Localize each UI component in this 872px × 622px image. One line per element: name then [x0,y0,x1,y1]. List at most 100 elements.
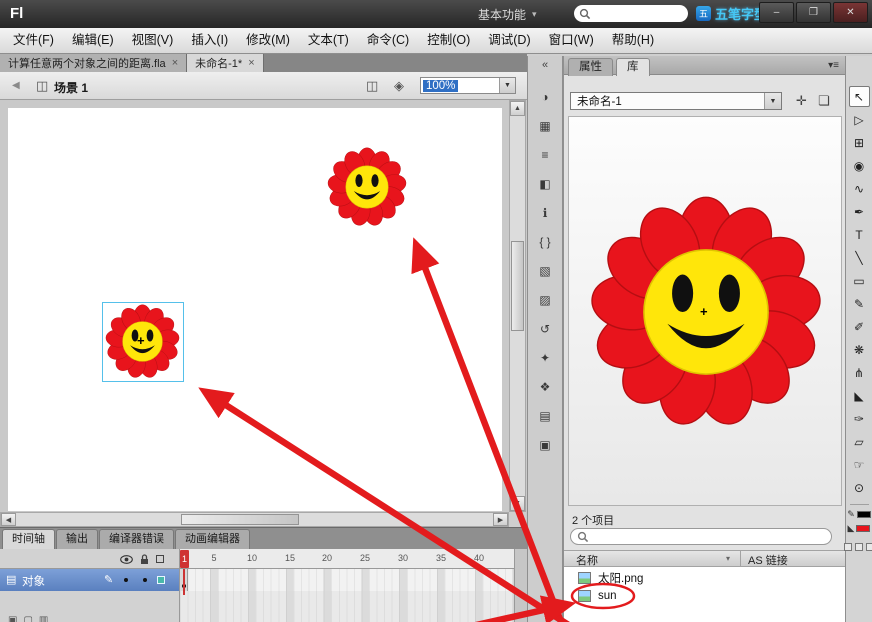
fill-color-control[interactable]: ◣ [848,523,871,534]
scroll-right-icon[interactable]: ▶ [493,513,508,526]
history-panel-icon[interactable]: ↺ [534,318,556,340]
sort-caret-icon[interactable]: ▾ [726,554,730,563]
search-input[interactable] [593,6,687,21]
onion-skin-icon[interactable]: ▢ [23,615,32,622]
strings-panel-icon[interactable]: ❖ [534,376,556,398]
document-tab-distance-fla[interactable]: 计算任意两个对象之间的距离.fla × [0,54,188,72]
timeline-layer-row[interactable]: ▤ 对象 ✎ [0,569,180,591]
stroke-color-swatch[interactable] [856,511,871,518]
scroll-thumb[interactable] [511,241,524,331]
motion-presets-panel-icon[interactable]: ▨ [534,289,556,311]
tool-subselection[interactable]: ▷ [849,109,870,130]
code-snippets-panel-icon[interactable]: { } [534,231,556,253]
output-panel-icon[interactable]: ▤ [534,405,556,427]
onion-skin-outlines-icon[interactable]: ▥ [39,615,48,622]
color-panel-icon[interactable]: ◑ [534,86,556,108]
no-color-icon[interactable] [855,543,863,551]
panel-menu-icon[interactable]: ▾≡ [828,60,839,71]
tool-line[interactable]: ╲ [849,247,870,268]
tool-eraser[interactable]: ▱ [849,431,870,452]
column-name[interactable]: 名称 [576,552,598,568]
menu-help[interactable]: 帮助(H) [603,28,663,53]
close-tab-icon[interactable]: × [172,57,178,69]
swap-colors-icon[interactable] [866,543,872,551]
close-button[interactable]: ✕ [833,2,868,23]
menu-modify[interactable]: 修改(M) [237,28,299,53]
close-tab-icon[interactable]: × [248,57,254,69]
tool-free-transform[interactable]: ⊞ [849,132,870,153]
zoom-level-control[interactable]: 100% ▼ [420,77,516,94]
titlebar-search-box[interactable] [574,5,688,22]
menu-view[interactable]: 视图(V) [123,28,183,53]
tool-rectangle[interactable]: ▭ [849,270,870,291]
timeline-frame-ruler[interactable]: 1 5 10 15 20 25 30 35 40 [180,549,514,569]
tool-brush[interactable]: ✐ [849,316,870,337]
playhead[interactable]: 1 [180,550,189,568]
scroll-up-icon[interactable]: ▲ [510,101,525,116]
menu-insert[interactable]: 插入(I) [182,28,237,53]
library-list-header[interactable]: 名称 ▾ AS 链接 [564,550,846,567]
stage-canvas[interactable] [8,108,502,511]
edit-symbol-icon[interactable]: ◈ [394,78,404,94]
layer-outline-color-swatch[interactable] [157,576,165,584]
ime-indicator[interactable]: 五 五笔字型 [696,4,767,23]
menu-control[interactable]: 控制(O) [418,28,479,53]
library-item-sun[interactable]: sun [564,587,846,605]
scroll-down-icon[interactable]: ▼ [510,496,525,511]
tool-pen[interactable]: ✒ [849,201,870,222]
align-panel-icon[interactable]: ≡ [534,144,556,166]
menu-commands[interactable]: 命令(C) [358,28,418,53]
tab-timeline[interactable]: 时间轴 [2,529,55,549]
timeline-scrollbar[interactable] [514,549,527,622]
tool-eyedropper[interactable]: ✑ [849,408,870,429]
expand-panels-icon[interactable]: « [528,59,562,71]
column-divider[interactable] [740,551,741,566]
project-panel-icon[interactable]: ▣ [534,434,556,456]
tab-output[interactable]: 输出 [56,529,98,549]
tool-lasso[interactable]: ∿ [849,178,870,199]
layer-name[interactable]: 对象 [22,573,45,589]
swatches-panel-icon[interactable]: ▦ [534,115,556,137]
tool-pencil[interactable]: ✎ [849,293,870,314]
stroke-color-control[interactable]: ✎ [847,509,871,520]
scroll-thumb[interactable] [181,514,299,525]
center-frame-icon[interactable]: ▣ [8,615,17,622]
tool-hand[interactable]: ☞ [849,454,870,475]
sun-instance-top[interactable] [327,147,407,227]
library-document-select[interactable]: 未命名-1 ▼ [570,92,782,110]
new-library-panel-icon[interactable]: ❏ [818,93,830,109]
menu-edit[interactable]: 编辑(E) [63,28,123,53]
minimize-button[interactable]: – [759,2,794,23]
document-tab-untitled-1[interactable]: 未命名-1* × [187,54,264,72]
tool-selection[interactable]: ↖ [848,86,870,107]
scene-breadcrumb[interactable]: 场景 1 [54,79,88,96]
zoom-dropdown-icon[interactable]: ▼ [499,78,515,93]
layer-visibility-dot[interactable] [124,578,128,582]
edit-scene-icon[interactable]: ◫ [366,78,378,94]
tool-3d-rotation[interactable]: ◉ [849,155,870,176]
column-as-linkage[interactable]: AS 链接 [748,552,788,568]
tab-library[interactable]: 库 [616,58,650,76]
back-icon[interactable]: ◀ [12,80,20,91]
menu-debug[interactable]: 调试(D) [479,28,539,53]
tab-motion-editor[interactable]: 动画编辑器 [175,529,250,549]
timeline-frames-row[interactable] [180,569,514,591]
actions-panel-icon[interactable]: ✦ [534,347,556,369]
tool-bone[interactable]: ⋔ [849,362,870,383]
menu-text[interactable]: 文本(T) [299,28,358,53]
pin-library-icon[interactable]: ✛ [796,93,807,109]
info-panel-icon[interactable]: ℹ [534,202,556,224]
tool-zoom[interactable]: ⊙ [849,477,870,498]
library-item-taiyang-png[interactable]: 太阳.png [564,569,846,587]
lock-icon[interactable] [140,553,149,565]
outline-view-icon[interactable] [156,555,164,563]
tool-text[interactable]: T [849,224,870,245]
tool-deco[interactable]: ❋ [849,339,870,360]
fill-color-swatch[interactable] [856,525,871,532]
maximize-button[interactable]: ❐ [796,2,831,23]
layer-lock-dot[interactable] [143,578,147,582]
tab-compiler-errors[interactable]: 编译器错误 [99,529,174,549]
select-caret-icon[interactable]: ▼ [764,93,781,109]
components-panel-icon[interactable]: ▧ [534,260,556,282]
library-search-box[interactable] [570,528,832,545]
